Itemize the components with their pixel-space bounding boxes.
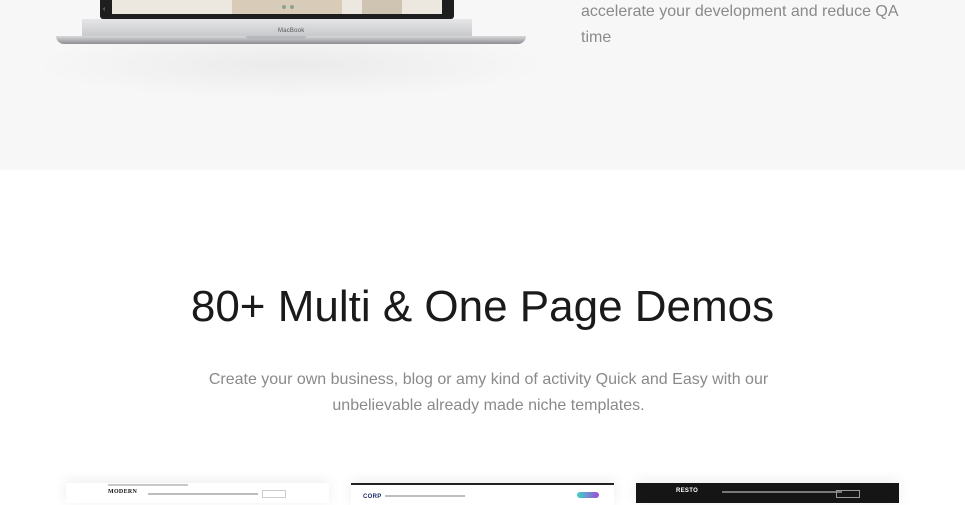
demo-thumbnail-corp[interactable]: CORP bbox=[351, 483, 614, 505]
screen-preview-image bbox=[112, 0, 442, 14]
laptop-hinge bbox=[82, 19, 472, 36]
thumbnail-nav bbox=[148, 493, 258, 495]
feature-description: accelerate your development and reduce Q… bbox=[581, 3, 898, 46]
demo-logo: MODERN bbox=[108, 489, 138, 495]
preview-dot bbox=[282, 5, 286, 9]
laptop-brand-label: MacBook bbox=[278, 28, 305, 34]
preview-shelf bbox=[362, 0, 402, 14]
thumbnail-topbar bbox=[108, 484, 188, 486]
preview-dot bbox=[290, 5, 294, 9]
section-description: Create your own business, blog or amy ki… bbox=[208, 371, 769, 414]
thumbnail-cta bbox=[577, 492, 599, 498]
laptop-screen: ‹ bbox=[100, 0, 454, 19]
laptop-notch bbox=[246, 36, 306, 39]
thumbnail-cta bbox=[836, 490, 860, 498]
demo-thumbnail-modern[interactable]: MODERN bbox=[66, 483, 329, 503]
demo-logo: CORP bbox=[363, 494, 382, 500]
thumbnail-nav bbox=[722, 491, 842, 493]
features-section: ‹ MacBook accelerate your development an… bbox=[0, 0, 965, 170]
section-heading: 80+ Multi & One Page Demos bbox=[190, 282, 775, 331]
slider-arrow-icon: ‹ bbox=[103, 6, 106, 13]
preview-sofa bbox=[232, 0, 342, 14]
thumbnail-nav bbox=[385, 495, 465, 497]
demo-logo: RESTO bbox=[676, 488, 699, 494]
demo-thumbnail-resto[interactable]: RESTO bbox=[636, 483, 899, 503]
thumbnail-cta bbox=[262, 490, 286, 498]
